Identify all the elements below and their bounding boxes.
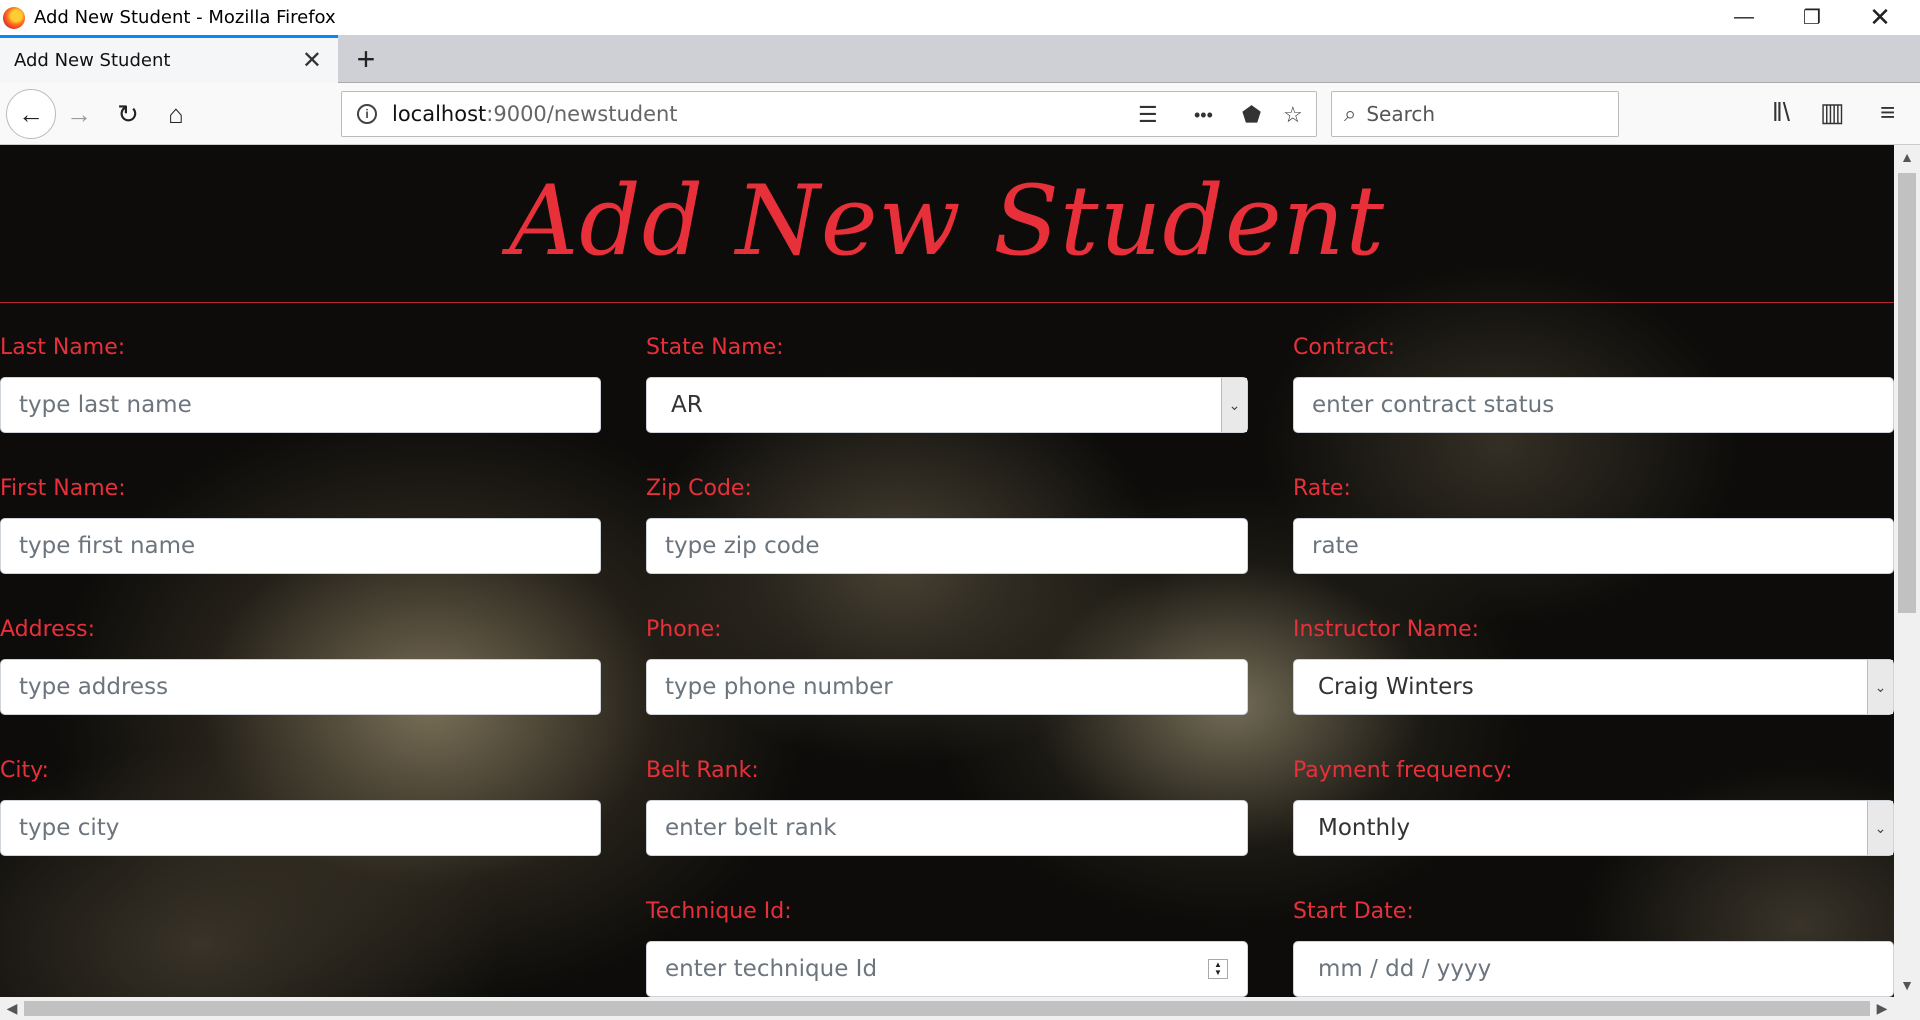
vertical-scrollbar[interactable]: ▲ ▼ (1894, 145, 1920, 997)
technique-id-input[interactable] (646, 941, 1248, 997)
chevron-down-icon[interactable]: ⌄ (1867, 660, 1893, 714)
rate-input[interactable] (1293, 518, 1894, 574)
instructor-name-value: Craig Winters (1318, 674, 1474, 700)
reader-view-icon[interactable]: ☰ (1138, 102, 1158, 128)
chevron-down-icon[interactable]: ⌄ (1867, 801, 1893, 855)
library-icon[interactable]: ‖\ (1772, 97, 1790, 128)
back-arrow-icon[interactable]: ← (6, 89, 56, 139)
search-icon: ⌕ (1344, 101, 1357, 126)
menu-hamburger-icon[interactable]: ≡ (1880, 97, 1895, 128)
city-input[interactable] (0, 800, 601, 856)
vertical-scroll-thumb[interactable] (1898, 173, 1916, 613)
state-name-select[interactable]: AR ⌄ (646, 377, 1248, 433)
search-bar[interactable]: ⌕ (1331, 91, 1619, 137)
reload-icon[interactable]: ↻ (106, 92, 150, 136)
zip-code-input[interactable] (646, 518, 1248, 574)
first-name-input[interactable] (0, 518, 601, 574)
window-titlebar: Add New Student - Mozilla Firefox — ❐ ✕ (0, 0, 1920, 35)
minimize-icon[interactable]: — (1710, 0, 1778, 35)
address-input[interactable] (0, 659, 601, 715)
contract-input[interactable] (1293, 377, 1894, 433)
page-actions-icon[interactable]: ••• (1194, 105, 1213, 126)
start-date-input[interactable] (1293, 941, 1894, 997)
forward-arrow-icon[interactable]: → (57, 92, 101, 136)
home-icon[interactable]: ⌂ (154, 92, 198, 136)
horizontal-scroll-thumb[interactable] (24, 1001, 1870, 1016)
last-name-input[interactable] (0, 377, 601, 433)
tab-strip: Add New Student ✕ + (0, 35, 1920, 83)
belt-rank-label: Belt Rank: (646, 758, 759, 783)
scroll-up-icon[interactable]: ▲ (1894, 145, 1920, 169)
instructor-name-select[interactable]: Craig Winters ⌄ (1293, 659, 1894, 715)
sidebar-toggle-icon[interactable]: ▥ (1820, 97, 1845, 128)
tab-close-icon[interactable]: ✕ (302, 46, 322, 75)
new-tab-icon[interactable]: + (346, 39, 386, 79)
firefox-logo-icon (3, 6, 25, 29)
tab-label: Add New Student (14, 50, 171, 71)
bookmark-star-icon[interactable]: ☆ (1283, 102, 1303, 128)
state-name-label: State Name: (646, 335, 784, 360)
payment-frequency-select[interactable]: Monthly ⌄ (1293, 800, 1894, 856)
horizontal-scrollbar[interactable]: ◀ ▶ (0, 997, 1894, 1020)
address-label: Address: (0, 617, 96, 642)
page-content: Add New Student Last Name: First Name: A… (0, 145, 1894, 997)
number-spinner-icon[interactable]: ▲ ▼ (1208, 959, 1228, 979)
title-divider (0, 302, 1894, 303)
payment-frequency-label: Payment frequency: (1293, 758, 1513, 783)
last-name-label: Last Name: (0, 335, 126, 360)
site-info-icon[interactable]: i (357, 104, 377, 124)
pocket-icon[interactable]: ⬟ (1242, 102, 1261, 128)
technique-id-field: ▲▼ (646, 941, 1248, 997)
navigation-toolbar: ← → ↻ ⌂ i localhost:9000/newstudent ☰ ••… (0, 83, 1920, 145)
url-bar[interactable]: i localhost:9000/newstudent ☰ ••• ⬟ ☆ (341, 91, 1317, 137)
phone-label: Phone: (646, 617, 722, 642)
payment-frequency-value: Monthly (1318, 815, 1411, 841)
scroll-right-icon[interactable]: ▶ (1870, 997, 1894, 1020)
first-name-label: First Name: (0, 476, 126, 501)
restore-icon[interactable]: ❐ (1778, 0, 1846, 35)
url-text[interactable]: localhost:9000/newstudent (392, 102, 678, 126)
page-title: Add New Student (508, 165, 1386, 277)
contract-label: Contract: (1293, 335, 1396, 360)
close-icon[interactable]: ✕ (1846, 0, 1914, 35)
scrollbar-corner (1894, 997, 1920, 1020)
start-date-label: Start Date: (1293, 899, 1414, 924)
scroll-down-icon[interactable]: ▼ (1894, 973, 1920, 997)
phone-input[interactable] (646, 659, 1248, 715)
city-label: City: (0, 758, 49, 783)
instructor-name-label: Instructor Name: (1293, 617, 1480, 642)
technique-id-label: Technique Id: (646, 899, 792, 924)
scroll-left-icon[interactable]: ◀ (0, 997, 24, 1020)
belt-rank-input[interactable] (646, 800, 1248, 856)
zip-code-label: Zip Code: (646, 476, 752, 501)
tab-add-new-student[interactable]: Add New Student ✕ (0, 35, 338, 83)
chevron-down-icon[interactable]: ⌄ (1221, 378, 1247, 432)
search-input[interactable] (1366, 102, 1587, 126)
window-title: Add New Student - Mozilla Firefox (34, 7, 336, 28)
state-name-value: AR (671, 392, 703, 418)
rate-label: Rate: (1293, 476, 1351, 501)
